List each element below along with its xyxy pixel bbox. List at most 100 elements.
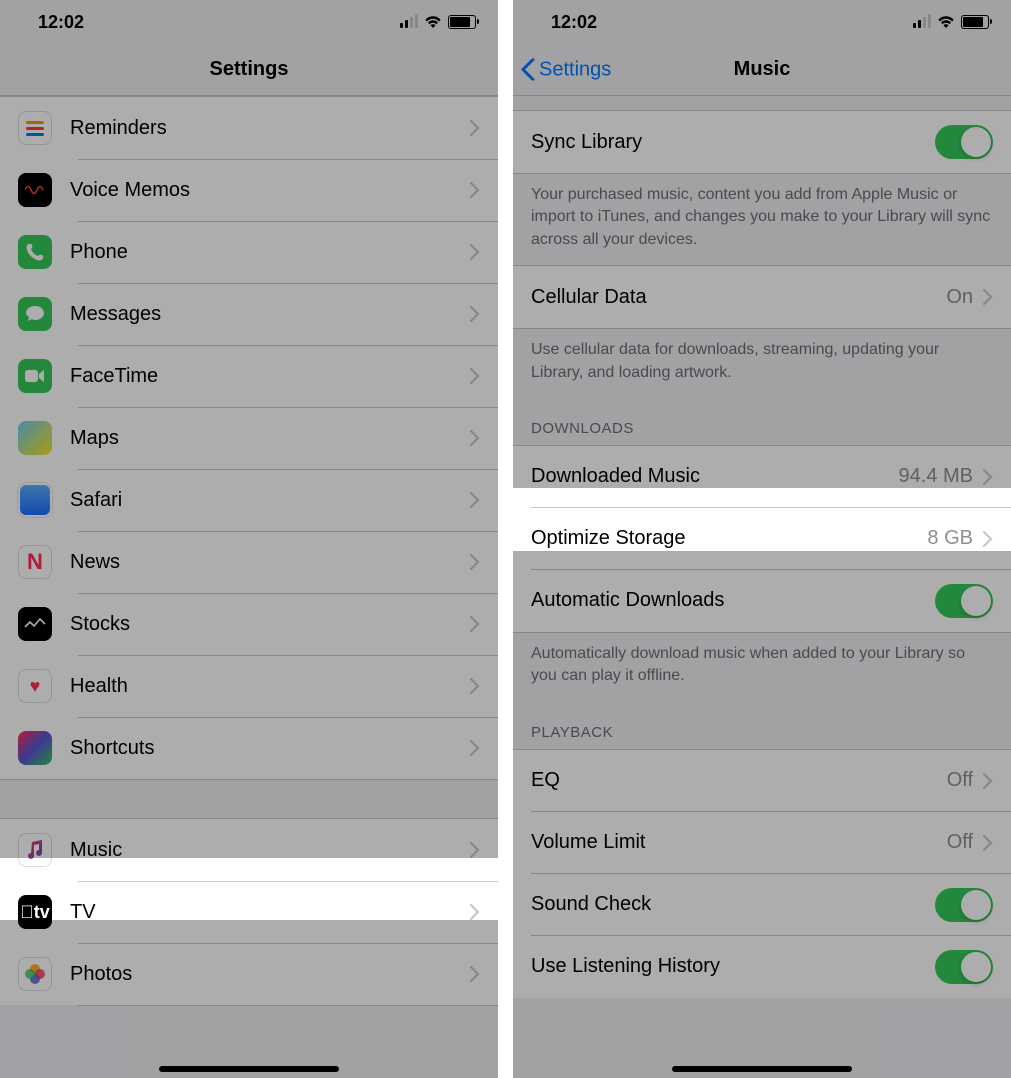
row-sound-check[interactable]: Sound Check xyxy=(513,874,1011,936)
history-toggle[interactable] xyxy=(935,950,993,984)
row-volume-limit[interactable]: Volume Limit Off xyxy=(513,812,1011,874)
status-bar: 12:02 xyxy=(0,0,498,44)
back-button[interactable]: Settings xyxy=(521,58,611,81)
row-label: Sound Check xyxy=(531,893,935,916)
status-bar: 12:02 xyxy=(513,0,1011,44)
downloads-header: DOWNLOADS xyxy=(513,398,1011,446)
autodl-toggle[interactable] xyxy=(935,584,993,618)
row-tv[interactable]: tv TV xyxy=(0,881,498,943)
phone-icon xyxy=(18,235,52,269)
page-title: Settings xyxy=(210,58,289,81)
sync-toggle[interactable] xyxy=(935,125,993,159)
row-maps[interactable]: Maps xyxy=(0,407,498,469)
chevron-right-icon xyxy=(470,244,480,260)
row-shortcuts[interactable]: Shortcuts xyxy=(0,717,498,779)
chevron-right-icon xyxy=(470,430,480,446)
row-music[interactable]: Music xyxy=(0,819,498,881)
chevron-right-icon xyxy=(470,966,480,982)
music-settings-screen: 12:02 Settings Music Sync Library Your p… xyxy=(513,0,1011,1078)
row-value: Off xyxy=(947,769,973,792)
row-value: On xyxy=(946,286,973,309)
home-indicator[interactable] xyxy=(159,1066,339,1072)
navbar: Settings Music xyxy=(513,44,1011,96)
row-voice-memos[interactable]: Voice Memos xyxy=(0,159,498,221)
tv-icon: tv xyxy=(18,895,52,929)
row-label: Cellular Data xyxy=(531,286,946,309)
battery-icon xyxy=(961,15,989,29)
row-downloaded-music[interactable]: Downloaded Music 94.4 MB xyxy=(513,446,1011,508)
back-label: Settings xyxy=(539,58,611,81)
row-reminders[interactable]: Reminders xyxy=(0,97,498,159)
row-label: Volume Limit xyxy=(531,831,947,854)
row-listening-history[interactable]: Use Listening History xyxy=(513,936,1011,998)
facetime-icon xyxy=(18,359,52,393)
signal-icon xyxy=(913,16,931,28)
row-label: Reminders xyxy=(70,117,470,140)
page-title: Music xyxy=(734,58,791,81)
stocks-icon xyxy=(18,607,52,641)
row-safari[interactable]: Safari xyxy=(0,469,498,531)
row-optimize-storage[interactable]: Optimize Storage 8 GB xyxy=(513,508,1011,570)
row-cellular-data[interactable]: Cellular Data On xyxy=(513,266,1011,328)
row-label: Phone xyxy=(70,241,470,264)
row-label: Maps xyxy=(70,427,470,450)
maps-icon xyxy=(18,421,52,455)
row-value: 94.4 MB xyxy=(899,465,973,488)
row-automatic-downloads[interactable]: Automatic Downloads xyxy=(513,570,1011,632)
row-label: EQ xyxy=(531,769,947,792)
row-label: Music xyxy=(70,839,470,862)
safari-icon xyxy=(18,483,52,517)
row-label: TV xyxy=(70,901,470,924)
chevron-right-icon xyxy=(983,469,993,485)
chevron-right-icon xyxy=(470,904,480,920)
row-health[interactable]: ♥ Health xyxy=(0,655,498,717)
chevron-right-icon xyxy=(470,120,480,136)
chevron-right-icon xyxy=(470,740,480,756)
navbar: Settings xyxy=(0,44,498,96)
sync-footer: Your purchased music, content you add fr… xyxy=(513,173,1011,265)
playback-header: PLAYBACK xyxy=(513,702,1011,750)
row-label: Use Listening History xyxy=(531,955,935,978)
row-label: Optimize Storage xyxy=(531,527,927,550)
chevron-right-icon xyxy=(470,182,480,198)
chevron-right-icon xyxy=(470,306,480,322)
row-messages[interactable]: Messages xyxy=(0,283,498,345)
row-label: Health xyxy=(70,675,470,698)
sound-check-toggle[interactable] xyxy=(935,888,993,922)
cellular-footer: Use cellular data for downloads, streami… xyxy=(513,328,1011,398)
row-label: Downloaded Music xyxy=(531,465,899,488)
chevron-right-icon xyxy=(470,616,480,632)
wifi-icon xyxy=(937,15,955,29)
row-label: Sync Library xyxy=(531,131,935,154)
chevron-right-icon xyxy=(983,289,993,305)
autodl-footer: Automatically download music when added … xyxy=(513,632,1011,702)
row-label: Stocks xyxy=(70,613,470,636)
row-eq[interactable]: EQ Off xyxy=(513,750,1011,812)
voice-memos-icon xyxy=(18,173,52,207)
chevron-right-icon xyxy=(983,773,993,789)
row-sync-library[interactable]: Sync Library xyxy=(513,111,1011,173)
wifi-icon xyxy=(424,15,442,29)
chevron-right-icon xyxy=(470,368,480,384)
row-label: Voice Memos xyxy=(70,179,470,202)
music-icon xyxy=(18,833,52,867)
row-label: Messages xyxy=(70,303,470,326)
row-label: Photos xyxy=(70,963,470,986)
chevron-right-icon xyxy=(470,492,480,508)
battery-icon xyxy=(448,15,476,29)
row-label: FaceTime xyxy=(70,365,470,388)
row-phone[interactable]: Phone xyxy=(0,221,498,283)
photos-icon xyxy=(18,957,52,991)
row-label: Automatic Downloads xyxy=(531,589,935,612)
row-stocks[interactable]: Stocks xyxy=(0,593,498,655)
status-time: 12:02 xyxy=(38,12,84,33)
news-icon: N xyxy=(18,545,52,579)
home-indicator[interactable] xyxy=(672,1066,852,1072)
row-photos[interactable]: Photos xyxy=(0,943,498,1005)
messages-icon xyxy=(18,297,52,331)
shortcuts-icon xyxy=(18,731,52,765)
row-news[interactable]: N News xyxy=(0,531,498,593)
chevron-right-icon xyxy=(470,842,480,858)
chevron-right-icon xyxy=(470,554,480,570)
row-facetime[interactable]: FaceTime xyxy=(0,345,498,407)
